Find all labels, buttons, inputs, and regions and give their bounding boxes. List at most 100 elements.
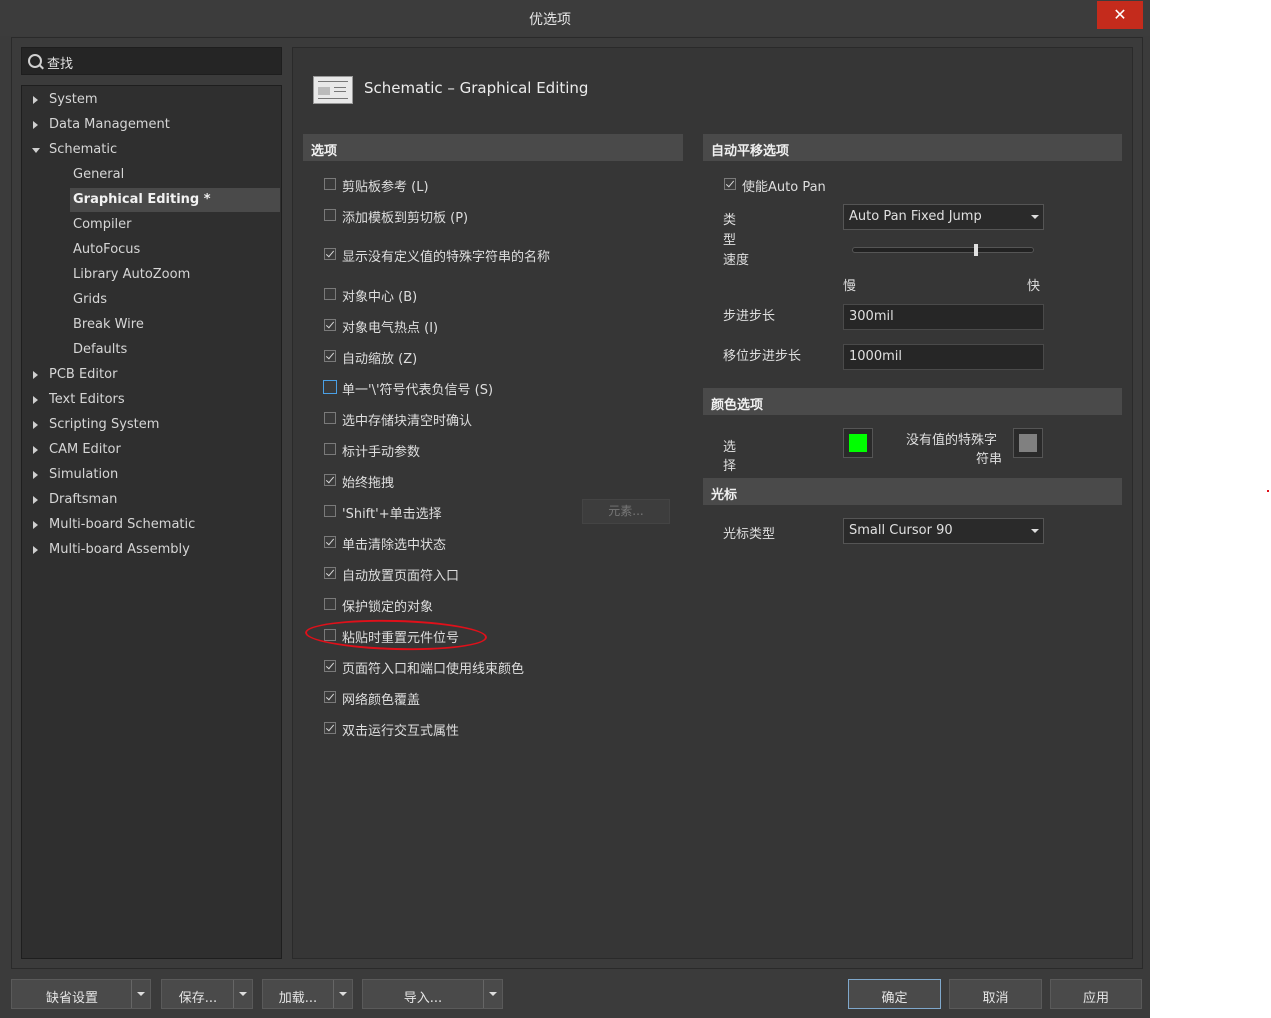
tree-item-schematic[interactable]: Schematic [22, 138, 281, 162]
cancel-button[interactable]: 取消 [949, 979, 1042, 1009]
slow-label: 慢 [843, 279, 857, 294]
checkbox-label: 页面符入口和端口使用线束颜色 [342, 662, 525, 677]
cursor-type-label: 光标类型 [723, 527, 776, 542]
chevron-down-icon[interactable] [137, 992, 145, 996]
load-button[interactable]: 加载... [262, 979, 353, 1009]
checkbox-box [724, 178, 736, 190]
tree-item-break-wire[interactable]: Break Wire [22, 313, 281, 337]
checkbox-box [324, 505, 336, 517]
color-fill [849, 434, 867, 452]
title-bar: 优选项 ✕ [0, 0, 1150, 36]
select-value: Small Cursor 90 [849, 523, 953, 538]
checkbox-label: 自动缩放 (Z) [342, 352, 418, 367]
shift-step-input[interactable]: 1000mil [843, 344, 1044, 370]
tree-item-label: Graphical Editing * [73, 192, 211, 207]
checkbox-box [324, 209, 336, 221]
page-title: Schematic – Graphical Editing [364, 79, 589, 97]
checkbox-label: 剪贴板参考 (L) [342, 180, 429, 195]
tree-item-multi-board-assembly[interactable]: Multi-board Assembly [22, 538, 281, 562]
tree-item-text-editors[interactable]: Text Editors [22, 388, 281, 412]
speed-label: 速度 [723, 253, 750, 268]
checkbox-label: 对象中心 (B) [342, 290, 418, 305]
speed-slider-thumb[interactable] [974, 244, 978, 256]
checkbox-box [324, 350, 336, 362]
tree-item-draftsman[interactable]: Draftsman [22, 488, 281, 512]
tree-item-label: Text Editors [49, 392, 125, 407]
collapse-arrow-icon[interactable] [33, 546, 38, 554]
shift-step-label: 移位步进步长 [723, 349, 802, 364]
color-fill [1019, 434, 1037, 452]
tree-item-label: System [49, 92, 98, 107]
type-label-1: 类 [723, 213, 737, 228]
tree-item-pcb-editor[interactable]: PCB Editor [22, 363, 281, 387]
tree-item-label: Multi-board Schematic [49, 517, 196, 532]
tree-item-cam-editor[interactable]: CAM Editor [22, 438, 281, 462]
close-button[interactable]: ✕ [1097, 1, 1143, 29]
collapse-arrow-icon[interactable] [33, 396, 38, 404]
autopan-type-select[interactable]: Auto Pan Fixed Jump [843, 204, 1044, 230]
category-tree[interactable]: System Data Management Schematic General Gra… [21, 85, 282, 959]
tree-item-label: Multi-board Assembly [49, 542, 190, 557]
step-input[interactable]: 300mil [843, 304, 1044, 330]
tree-item-library-autozoom[interactable]: Library AutoZoom [22, 263, 281, 287]
search-placeholder: 查找 [47, 57, 74, 72]
tree-item-simulation[interactable]: Simulation [22, 463, 281, 487]
checkbox-box [324, 691, 336, 703]
chevron-down-icon[interactable] [339, 992, 347, 996]
tree-item-autofocus[interactable]: AutoFocus [22, 238, 281, 262]
checkbox-label: 始终拖拽 [342, 476, 395, 491]
collapse-arrow-icon[interactable] [33, 421, 38, 429]
tree-item-label: Grids [73, 292, 108, 307]
checkbox-label: 添加模板到剪切板 (P) [342, 211, 469, 226]
tree-item-general[interactable]: General [22, 163, 281, 187]
shift-step-value: 1000mil [849, 349, 902, 364]
checkbox-box [323, 380, 337, 394]
tree-item-label: PCB Editor [49, 367, 118, 382]
collapse-arrow-icon[interactable] [33, 471, 38, 479]
import-button[interactable]: 导入... [362, 979, 503, 1009]
checkbox-box [324, 660, 336, 672]
checkbox-label: 网络颜色覆盖 [342, 693, 421, 708]
checkbox-label: 标计手动参数 [342, 445, 421, 460]
save-button[interactable]: 保存... [161, 979, 253, 1009]
button-label: 保存... [178, 991, 218, 1006]
apply-button[interactable]: 应用 [1050, 979, 1142, 1009]
type-label-2: 型 [723, 233, 737, 248]
tree-item-defaults[interactable]: Defaults [22, 338, 281, 362]
tree-item-grids[interactable]: Grids [22, 288, 281, 312]
ok-button[interactable]: 确定 [848, 979, 941, 1009]
checkbox-box [324, 567, 336, 579]
elements-button[interactable]: 元素... [582, 499, 670, 524]
collapse-arrow-icon[interactable] [33, 496, 38, 504]
tree-item-system[interactable]: System [22, 88, 281, 112]
tree-item-data-management[interactable]: Data Management [22, 113, 281, 137]
tree-item-graphical-editing[interactable]: Graphical Editing * [22, 188, 281, 212]
checkbox-box [324, 319, 336, 331]
checkbox-label: 自动放置页面符入口 [342, 569, 460, 584]
cursor-type-select[interactable]: Small Cursor 90 [843, 518, 1044, 544]
tree-item-scripting-system[interactable]: Scripting System [22, 413, 281, 437]
search-input[interactable]: 查找 [21, 47, 282, 75]
tree-item-multi-board-schematic[interactable]: Multi-board Schematic [22, 513, 281, 537]
schematic-page-icon [313, 76, 353, 104]
tree-item-compiler[interactable]: Compiler [22, 213, 281, 237]
expand-arrow-icon[interactable] [32, 148, 40, 153]
collapse-arrow-icon[interactable] [33, 96, 38, 104]
tree-item-label: General [73, 167, 125, 182]
collapse-arrow-icon[interactable] [33, 521, 38, 529]
collapse-arrow-icon[interactable] [33, 371, 38, 379]
tree-item-label: Break Wire [73, 317, 144, 332]
cursor-header: 光标 [703, 478, 1122, 505]
speed-slider[interactable] [852, 247, 1034, 253]
button-label: 取消 [982, 991, 1009, 1006]
step-label: 步进步长 [723, 309, 776, 324]
selection-color-swatch[interactable] [843, 428, 873, 458]
collapse-arrow-icon[interactable] [33, 121, 38, 129]
annotation-dot [1267, 490, 1269, 492]
no-value-color-swatch[interactable] [1013, 428, 1043, 458]
defaults-button[interactable]: 缺省设置 [11, 979, 151, 1009]
chevron-down-icon[interactable] [239, 992, 247, 996]
collapse-arrow-icon[interactable] [33, 446, 38, 454]
preferences-dialog: 优选项 ✕ 查找 System Data Management Schematic G… [0, 0, 1150, 1018]
chevron-down-icon[interactable] [489, 992, 497, 996]
